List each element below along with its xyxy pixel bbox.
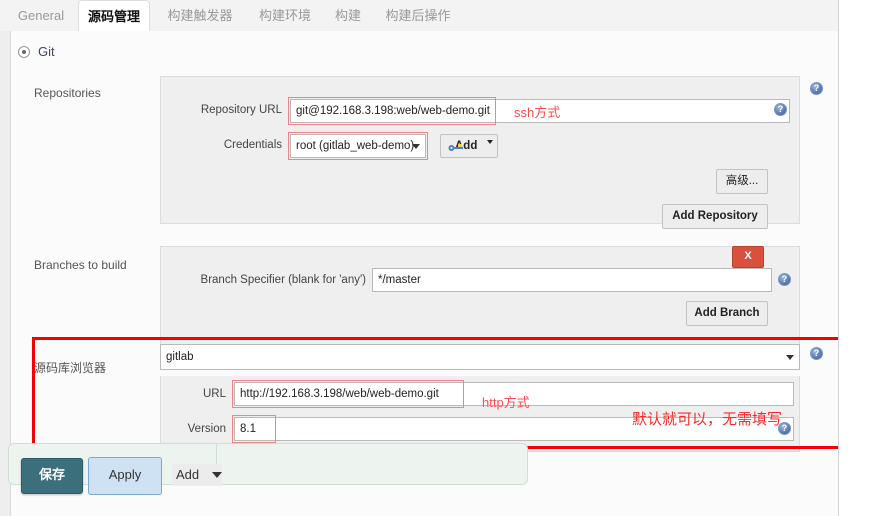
browser-section-label: 源码库浏览器 bbox=[34, 361, 107, 375]
save-button[interactable]: 保存 bbox=[21, 458, 83, 494]
radio-selected-icon[interactable] bbox=[18, 45, 30, 58]
add-branch-button[interactable]: Add Branch bbox=[686, 301, 768, 326]
branches-section-label: Branches to build bbox=[34, 258, 127, 272]
repository-browser-selected-value: gitlab bbox=[166, 351, 194, 363]
browser-version-label: Version bbox=[187, 423, 226, 435]
repository-browser-select[interactable]: gitlab bbox=[160, 344, 800, 370]
branches-panel bbox=[160, 246, 800, 346]
add-credential-button[interactable]: Add bbox=[440, 134, 498, 158]
scm-git-label: Git bbox=[38, 44, 55, 59]
tab-build-triggers[interactable]: 构建触发器 bbox=[156, 0, 244, 31]
right-margin bbox=[838, 0, 872, 516]
tab-build[interactable]: 构建 bbox=[326, 0, 370, 31]
help-icon-repositories[interactable]: ? bbox=[810, 82, 823, 95]
annotation-http: http方式 bbox=[482, 395, 530, 410]
repositories-section-label: Repositories bbox=[34, 86, 101, 100]
browser-url-label: URL bbox=[202, 388, 226, 400]
chevron-down-icon bbox=[487, 140, 493, 144]
chevron-down-icon bbox=[412, 144, 420, 149]
repository-url-label: Repository URL bbox=[200, 104, 282, 116]
credentials-selected-value: root (gitlab_web-demo) bbox=[296, 140, 415, 152]
branch-specifier-label: Branch Specifier (blank for 'any') bbox=[200, 274, 366, 286]
help-icon-repository-browser[interactable]: ? bbox=[810, 347, 823, 360]
footer-button-bar bbox=[8, 443, 528, 485]
credentials-label: Credentials bbox=[223, 139, 282, 151]
scm-git-radio-row[interactable]: Git bbox=[18, 44, 55, 59]
help-icon-branch-specifier[interactable]: ? bbox=[778, 273, 791, 286]
delete-branch-button[interactable]: X bbox=[732, 246, 764, 268]
key-icon bbox=[448, 144, 463, 151]
jenkins-job-config-page: General 源码管理 构建触发器 构建环境 构建 构建后操作 Git Rep… bbox=[0, 0, 872, 516]
annotation-default-no-input: 默认就可以，无需填写 bbox=[632, 411, 783, 428]
tab-build-environment[interactable]: 构建环境 bbox=[248, 0, 322, 31]
advanced-button[interactable]: 高级... bbox=[716, 169, 768, 194]
chevron-down-icon bbox=[786, 355, 794, 360]
annotation-ssh: ssh方式 bbox=[514, 105, 561, 120]
add-repository-button[interactable]: Add Repository bbox=[662, 204, 768, 229]
tab-post-build[interactable]: 构建后操作 bbox=[374, 0, 462, 31]
apply-button[interactable]: Apply bbox=[88, 457, 162, 495]
chevron-down-icon bbox=[212, 472, 222, 478]
tab-scm[interactable]: 源码管理 bbox=[78, 0, 150, 32]
branch-specifier-input[interactable]: */master bbox=[372, 268, 772, 292]
tab-general[interactable]: General bbox=[8, 0, 74, 31]
config-tab-bar: General 源码管理 构建触发器 构建环境 构建 构建后操作 bbox=[0, 0, 838, 32]
help-icon-repository-url[interactable]: ? bbox=[774, 103, 787, 116]
credentials-select[interactable]: root (gitlab_web-demo) bbox=[290, 134, 426, 158]
